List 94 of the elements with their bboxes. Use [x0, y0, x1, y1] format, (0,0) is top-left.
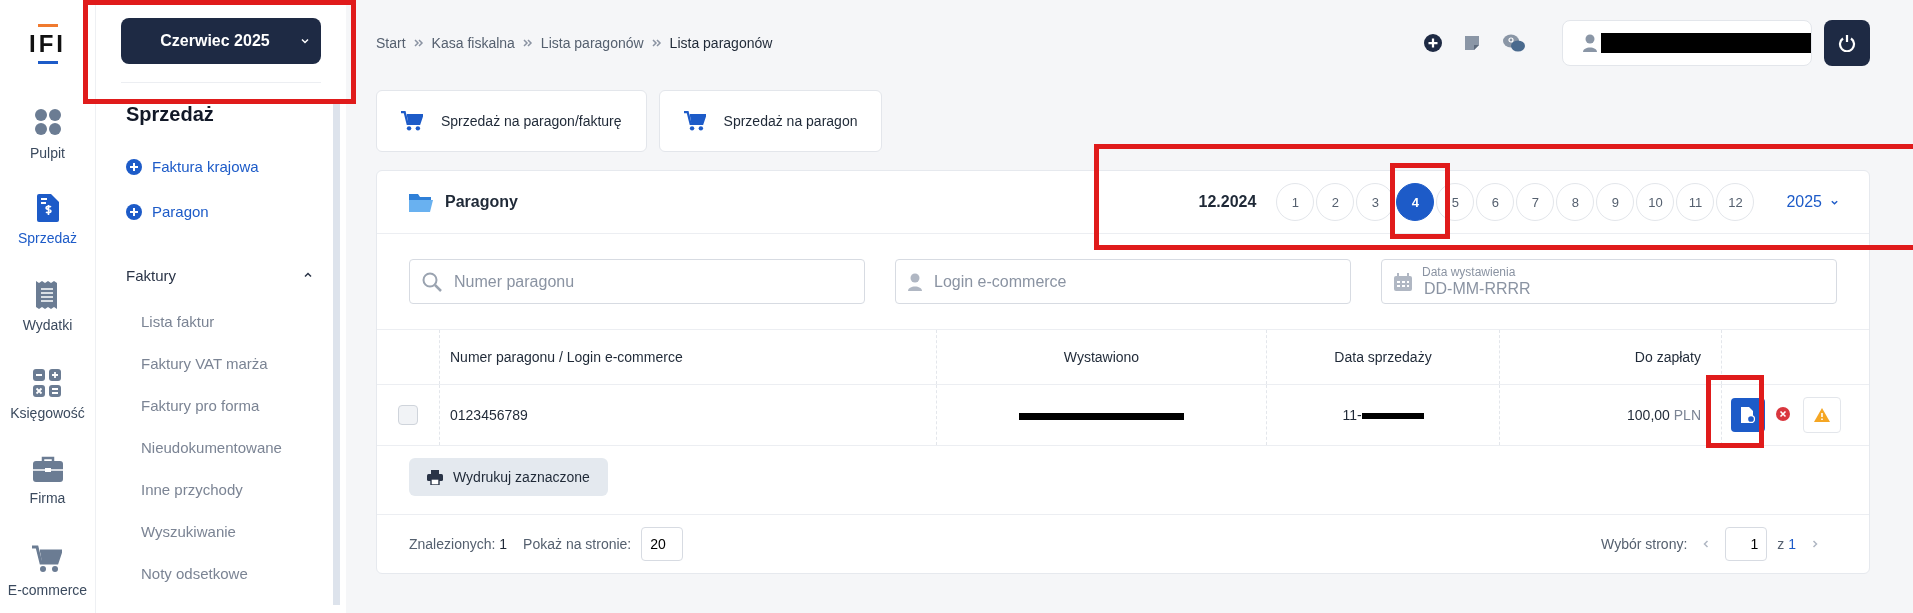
- table-cell: 11-: [1342, 407, 1362, 423]
- breadcrumb-link[interactable]: Lista paragonów: [669, 34, 773, 51]
- user-field[interactable]: [1562, 19, 1812, 66]
- card-title: Paragony: [445, 193, 519, 211]
- nav-item[interactable]: Wydatki: [22, 263, 73, 351]
- double-chevron-icon: [522, 37, 533, 48]
- user-icon: [908, 272, 922, 291]
- sidebar-item[interactable]: Inne przychody: [121, 468, 333, 510]
- cart-icon: [683, 110, 706, 132]
- menu-group[interactable]: Faktury: [121, 250, 333, 300]
- page-label: Wybór strony:: [1601, 536, 1688, 552]
- help-chat-icon[interactable]: [1502, 32, 1526, 53]
- logo: IFI: [29, 30, 66, 59]
- calendar-icon: [1394, 272, 1412, 291]
- sidebar-item[interactable]: Nieudokumentowane: [121, 426, 333, 468]
- breadcrumb-link[interactable]: Start: [376, 34, 406, 51]
- month-button[interactable]: 4: [1396, 183, 1435, 221]
- document-icon: [1741, 407, 1755, 423]
- logo-stripe: [37, 61, 58, 65]
- row-checkbox[interactable]: [398, 405, 418, 425]
- field-label: Data wystawienia: [1422, 264, 1517, 279]
- page-field[interactable]: 1: [1725, 527, 1768, 561]
- page-size-field[interactable]: 20: [641, 527, 684, 561]
- logo-stripe: [37, 24, 58, 28]
- print-button[interactable]: Wydrukuj zaznaczone: [409, 458, 608, 496]
- column-header: Data sprzedaży: [1266, 329, 1500, 385]
- month-button[interactable]: 11: [1676, 183, 1715, 221]
- sidebar-item[interactable]: Noty odsetkowe: [121, 552, 333, 594]
- sidebar-link[interactable]: Faktura krajowa: [152, 158, 259, 175]
- page-total: z 1: [1777, 536, 1796, 552]
- grid-dots-icon: [32, 106, 63, 137]
- sidebar-item[interactable]: Lista faktur: [121, 300, 333, 342]
- add-icon[interactable]: [1424, 33, 1442, 52]
- date-input[interactable]: DD-MM-RRRR: [1422, 278, 1824, 299]
- double-chevron-icon: [651, 37, 662, 48]
- power-icon: [1838, 33, 1856, 52]
- note-icon[interactable]: [1464, 34, 1480, 51]
- redaction-bar: [1361, 413, 1424, 420]
- sidebar-item[interactable]: Wyszukiwanie: [121, 510, 333, 552]
- breadcrumb-link[interactable]: Lista paragonów: [540, 34, 644, 51]
- folder-icon: [409, 192, 433, 212]
- add-icon: [126, 158, 142, 175]
- search-field[interactable]: Numer paragonu: [409, 259, 865, 304]
- amount-cell: 100,00 PLN: [1499, 384, 1722, 446]
- month-button[interactable]: 6: [1476, 183, 1515, 221]
- invoice-icon: [36, 194, 59, 223]
- close-icon: [1775, 406, 1791, 422]
- briefcase-icon: [32, 456, 63, 483]
- table-cell: 0123456789: [439, 384, 937, 446]
- month-button[interactable]: 10: [1636, 183, 1675, 221]
- nav-item[interactable]: E-commerce: [7, 525, 88, 613]
- sidebar-item[interactable]: Faktury VAT marża: [121, 342, 333, 384]
- column-header: Numer paragonu / Login e-commerce: [439, 329, 937, 385]
- receipt-icon: [36, 281, 59, 310]
- results-count: Znalezionych: 1: [409, 536, 508, 552]
- year-picker[interactable]: 2025: [1786, 193, 1839, 211]
- column-header: Do zapłaty: [1499, 329, 1722, 385]
- page-size-label: Pokaż na stronie:: [523, 536, 632, 552]
- sidebar-item[interactable]: Faktury pro forma: [121, 384, 333, 426]
- chevron-up-icon: [303, 270, 313, 280]
- calculator-icon: [33, 368, 62, 397]
- sale-button[interactable]: Sprzedaż na paragon/fakturę: [376, 90, 647, 152]
- month-button[interactable]: 8: [1556, 183, 1595, 221]
- month-button[interactable]: 1: [1276, 183, 1315, 221]
- nav-item[interactable]: Firma: [29, 438, 66, 526]
- month-button[interactable]: 12: [1716, 183, 1755, 221]
- cart-icon: [401, 110, 423, 132]
- month-button[interactable]: 9: [1596, 183, 1635, 221]
- month-button[interactable]: 2: [1316, 183, 1355, 221]
- nav-item[interactable]: Sprzedaż: [17, 176, 78, 264]
- cart-icon: [32, 543, 63, 574]
- login-field[interactable]: Login e-commerce: [895, 259, 1351, 304]
- period-label: 12.2024: [1198, 193, 1257, 211]
- search-icon: [422, 271, 442, 292]
- chevron-right-icon: [1810, 539, 1820, 549]
- nav-item[interactable]: Pulpit: [30, 88, 65, 177]
- search-input[interactable]: Numer paragonu: [452, 271, 852, 292]
- column-header: Wystawiono: [936, 329, 1267, 385]
- sidebar-link[interactable]: Paragon: [152, 203, 209, 220]
- breadcrumb-link[interactable]: Kasa fiskalna: [431, 34, 515, 51]
- section-title: Sprzedaż: [126, 103, 215, 126]
- double-chevron-icon: [413, 37, 424, 48]
- sale-button[interactable]: Sprzedaż na paragon: [658, 90, 883, 152]
- printer-icon: [427, 469, 443, 485]
- add-icon: [126, 203, 142, 220]
- warning-icon: [1814, 408, 1830, 422]
- power-button[interactable]: [1824, 19, 1870, 66]
- nav-item[interactable]: Księgowość: [10, 350, 85, 439]
- login-input[interactable]: Login e-commerce: [932, 271, 1338, 292]
- month-picker[interactable]: Czerwiec 2025: [121, 18, 321, 64]
- chevron-down-icon: [299, 36, 310, 46]
- month-button[interactable]: 7: [1516, 183, 1555, 221]
- delete-button[interactable]: [1775, 406, 1793, 424]
- user-icon: [1583, 33, 1597, 52]
